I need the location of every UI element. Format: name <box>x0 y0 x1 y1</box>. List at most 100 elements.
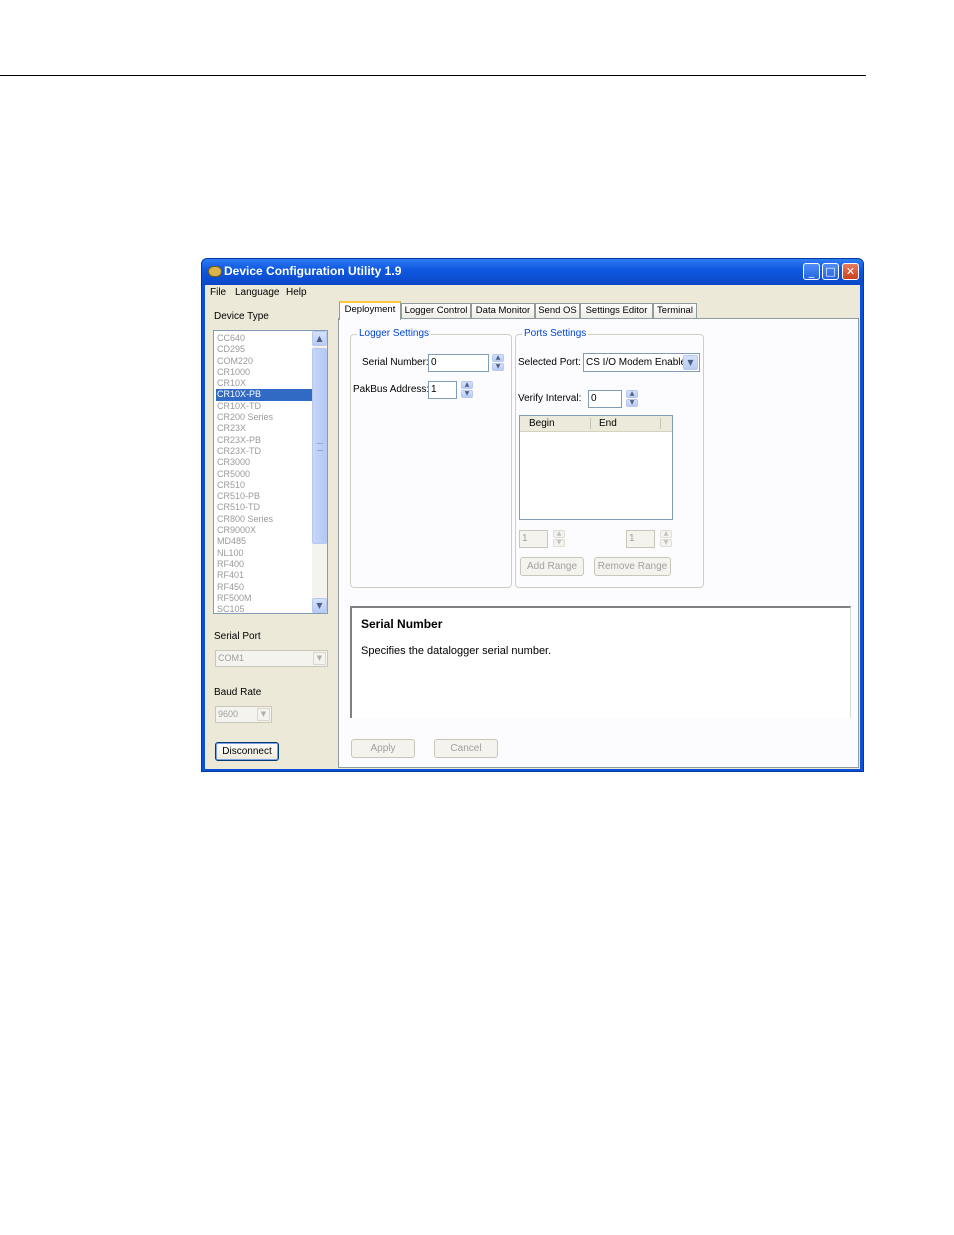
remove-range-button[interactable]: Remove Range <box>594 557 671 576</box>
disconnect-button[interactable]: Disconnect <box>215 742 279 761</box>
serial-number-spinner[interactable]: ▲ ▼ <box>492 354 504 372</box>
ports-settings-group: Ports Settings Selected Port: CS I/O Mod… <box>515 328 704 588</box>
serial-number-input[interactable]: 0 <box>428 354 489 372</box>
device-list-item[interactable]: CR510-PB <box>216 491 312 502</box>
device-list-item[interactable]: CR800 Series <box>216 514 312 525</box>
device-list-item[interactable]: SC105 <box>216 604 312 613</box>
scroll-down-icon[interactable]: ▼ <box>312 598 327 613</box>
spin-down-icon[interactable]: ▼ <box>492 363 504 371</box>
device-list-item[interactable]: RF401 <box>216 570 312 581</box>
spin-up-icon[interactable]: ▲ <box>553 530 565 538</box>
selected-port-label: Selected Port: <box>518 357 581 368</box>
device-list-item[interactable]: CR23X-PB <box>216 435 312 446</box>
menu-bar: File Language Help <box>205 285 860 301</box>
pakbus-address-label: PakBus Address: <box>353 384 430 395</box>
column-begin[interactable]: Begin <box>529 418 555 429</box>
device-list-item[interactable]: CR5000 <box>216 469 312 480</box>
serial-port-value: COM1 <box>218 653 245 663</box>
app-icon <box>208 266 222 277</box>
tab-data-monitor[interactable]: Data Monitor <box>471 303 535 318</box>
spin-down-icon[interactable]: ▼ <box>553 539 565 547</box>
window-title: Device Configuration Utility 1.9 <box>224 264 402 278</box>
device-list-item[interactable]: CR23X <box>216 423 312 434</box>
baud-rate-value: 9600 <box>218 709 239 719</box>
column-divider <box>660 418 661 429</box>
device-list-item[interactable]: CC640 <box>216 333 312 344</box>
tab-send-os[interactable]: Send OS <box>535 303 580 318</box>
spin-down-icon[interactable]: ▼ <box>626 399 638 407</box>
logger-settings-group: Logger Settings Serial Number: 0 ▲ ▼ PakB… <box>350 328 512 588</box>
spin-up-icon[interactable]: ▲ <box>660 530 672 538</box>
range-end-input[interactable]: 1 <box>626 530 655 548</box>
serial-number-label: Serial Number: <box>362 357 429 368</box>
pakbus-address-input[interactable]: 1 <box>428 381 457 399</box>
device-list-item[interactable]: RF450 <box>216 582 312 593</box>
spin-up-icon[interactable]: ▲ <box>626 390 638 398</box>
range-begin-input[interactable]: 1 <box>519 530 548 548</box>
device-list-item[interactable]: CR200 Series <box>216 412 312 423</box>
range-end-spinner[interactable]: ▲ ▼ <box>660 530 672 548</box>
app-window: Device Configuration Utility 1.9 _ □ ✕ F… <box>201 258 864 772</box>
tab-terminal[interactable]: Terminal <box>653 303 697 318</box>
menu-file[interactable]: File <box>210 287 226 298</box>
device-list-item[interactable]: CR10X-TD <box>216 401 312 412</box>
help-body: Specifies the datalogger serial number. <box>361 645 552 657</box>
device-list-item[interactable]: CR510-TD <box>216 502 312 513</box>
menu-help[interactable]: Help <box>286 287 307 298</box>
column-end[interactable]: End <box>599 418 617 429</box>
device-list-item[interactable]: CR3000 <box>216 457 312 468</box>
spin-down-icon[interactable]: ▼ <box>660 539 672 547</box>
chevron-down-icon: ▼ <box>257 708 270 721</box>
column-divider <box>590 418 591 429</box>
device-list-item[interactable]: CR1000 <box>216 367 312 378</box>
device-list-item[interactable]: MD485 <box>216 536 312 547</box>
cancel-button[interactable]: Cancel <box>434 739 498 758</box>
window-client: File Language Help Device Type CC640 CD29… <box>205 285 860 769</box>
serial-port-select[interactable]: COM1 ▼ <box>215 650 328 667</box>
device-list-item[interactable]: NL100 <box>216 548 312 559</box>
close-icon[interactable]: ✕ <box>842 263 859 280</box>
spin-up-icon[interactable]: ▲ <box>492 354 504 362</box>
device-list-item[interactable]: CD295 <box>216 344 312 355</box>
device-list-item[interactable]: CR510 <box>216 480 312 491</box>
menu-language[interactable]: Language <box>235 287 280 298</box>
help-panel: Serial Number Specifies the datalogger s… <box>350 606 851 718</box>
baud-rate-select[interactable]: 9600 ▼ <box>215 706 272 723</box>
chevron-down-icon: ▼ <box>313 652 326 665</box>
device-list-item[interactable]: CR10X <box>216 378 312 389</box>
device-list-scrollbar[interactable]: ▲ ▼ <box>312 331 327 613</box>
device-type-list[interactable]: CC640 CD295 COM220 CR1000 CR10X CR10X-PB CR10X… <box>213 330 328 614</box>
device-list-item[interactable]: CR9000X <box>216 525 312 536</box>
verify-interval-spinner[interactable]: ▲ ▼ <box>626 390 638 408</box>
spin-down-icon[interactable]: ▼ <box>461 390 473 398</box>
device-list-item[interactable]: CR10X-PB <box>216 389 312 401</box>
help-title: Serial Number <box>361 617 443 631</box>
pakbus-address-spinner[interactable]: ▲ ▼ <box>461 381 473 399</box>
tab-settings-editor[interactable]: Settings Editor <box>580 303 653 318</box>
verify-interval-input[interactable]: 0 <box>588 390 622 408</box>
serial-port-label: Serial Port <box>214 631 261 642</box>
page-rule <box>0 75 866 76</box>
device-list-item[interactable]: CR23X-TD <box>216 446 312 457</box>
device-list-item[interactable]: RF500M <box>216 593 312 604</box>
chevron-down-icon[interactable]: ▼ <box>683 355 698 370</box>
scroll-up-icon[interactable]: ▲ <box>312 331 327 346</box>
tab-deployment[interactable]: Deployment <box>339 301 401 320</box>
device-list-item[interactable]: COM220 <box>216 356 312 367</box>
minimize-icon[interactable]: _ <box>803 263 820 280</box>
selected-port-value: CS I/O Modem Enable <box>586 357 687 368</box>
range-begin-spinner[interactable]: ▲ ▼ <box>553 530 565 548</box>
spin-up-icon[interactable]: ▲ <box>461 381 473 389</box>
device-type-label: Device Type <box>214 311 269 322</box>
maximize-icon[interactable]: □ <box>822 263 839 280</box>
scroll-thumb[interactable] <box>312 348 327 544</box>
tab-logger-control[interactable]: Logger Control <box>401 303 471 318</box>
range-list[interactable]: Begin End <box>519 415 673 520</box>
selected-port-select[interactable]: CS I/O Modem Enable ▼ <box>583 353 700 372</box>
deployment-panel: Logger Settings Serial Number: 0 ▲ ▼ PakB… <box>338 318 859 768</box>
apply-button[interactable]: Apply <box>351 739 415 758</box>
add-range-button[interactable]: Add Range <box>520 557 584 576</box>
range-list-header: Begin End <box>520 416 672 432</box>
device-list-item[interactable]: RF400 <box>216 559 312 570</box>
title-bar[interactable]: Device Configuration Utility 1.9 _ □ ✕ <box>202 259 863 285</box>
